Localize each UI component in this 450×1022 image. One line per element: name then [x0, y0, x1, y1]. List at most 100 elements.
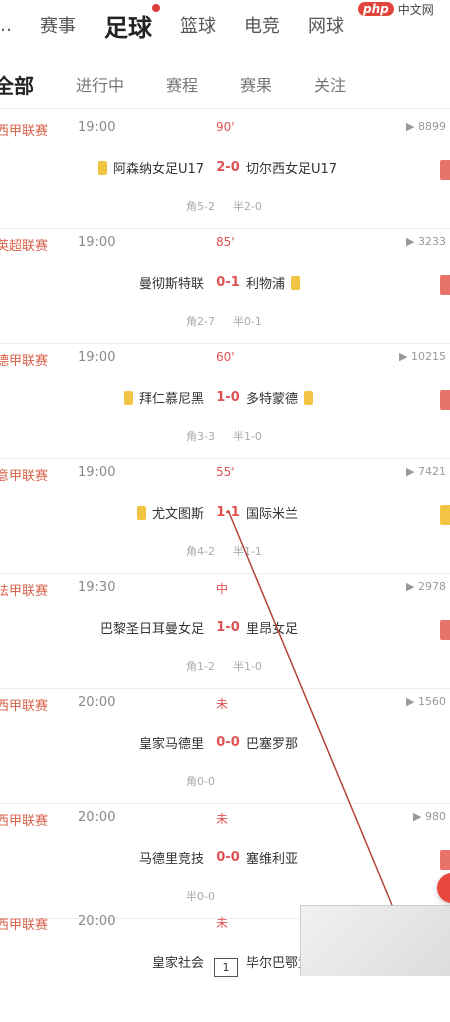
- league-name: 西甲联赛: [0, 699, 49, 714]
- match-stats: 角3-3 半1-0: [186, 428, 262, 444]
- match-time: 20:00: [78, 695, 116, 710]
- home-team-name: 曼彻斯特联: [138, 277, 204, 292]
- match-filter-tabs: 全部 进行中 赛程 赛果 关注: [0, 60, 450, 109]
- odds-badge[interactable]: [440, 850, 450, 870]
- live-count: ▶ 980: [413, 810, 446, 823]
- match-status: 未: [216, 812, 229, 826]
- cursor-indicator: 1: [214, 958, 238, 977]
- tab-ongoing[interactable]: 进行中: [76, 72, 124, 96]
- away-team-name: 里昂女足: [246, 622, 299, 637]
- match-row[interactable]: 法甲联赛 19:30 中 ▶ 2978 巴黎圣日耳曼女足 1-0 里昂女足 角1…: [0, 574, 450, 689]
- match-status: 未: [216, 916, 229, 930]
- match-row[interactable]: 意甲联赛 19:00 55' ▶ 7421 尤文图斯 1-1 国际米兰 角4-2…: [0, 459, 450, 574]
- match-stats: 角0-0: [186, 773, 233, 789]
- league-name: 英超联赛: [0, 239, 49, 254]
- tab-all[interactable]: 全部: [0, 70, 34, 99]
- yellow-card-icon: [291, 275, 301, 290]
- tab-tennis[interactable]: 网球: [308, 12, 344, 38]
- away-team-name: 利物浦: [246, 277, 286, 292]
- match-status: 未: [216, 697, 229, 711]
- odds-badge[interactable]: [440, 390, 450, 410]
- away-team-name: 巴塞罗那: [246, 737, 299, 752]
- tab-football[interactable]: 足球: [104, 3, 160, 43]
- home-team: 皇家社会: [152, 952, 204, 971]
- match-status: 90': [216, 120, 235, 134]
- match-row[interactable]: 英超联赛 19:00 85' ▶ 3233 曼彻斯特联 0-1 利物浦 角2-7…: [0, 229, 450, 344]
- tab-edge[interactable]: …: [0, 15, 12, 36]
- match-status: 60': [216, 350, 235, 364]
- tab-basketball[interactable]: 篮球: [180, 12, 216, 38]
- league-name: 意甲联赛: [0, 469, 49, 484]
- home-team-name: 尤文图斯: [151, 507, 204, 522]
- away-team: 多特蒙德: [246, 388, 314, 407]
- match-row[interactable]: 德甲联赛 19:00 60' ▶ 10215 拜仁慕尼黑 1-0 多特蒙德 角3…: [0, 344, 450, 459]
- score: 1-0: [216, 390, 240, 405]
- odds-badge[interactable]: [440, 620, 450, 640]
- home-team: 曼彻斯特联: [139, 273, 204, 292]
- stat-corners: 角5-2: [186, 200, 215, 213]
- stat-half: 半2-0: [232, 200, 262, 213]
- stat-half: 半0-1: [232, 315, 262, 328]
- score: 0-0: [216, 735, 240, 750]
- live-count: ▶ 7421: [406, 465, 446, 478]
- home-team-name: 拜仁慕尼黑: [138, 392, 204, 407]
- match-time: 19:00: [78, 350, 116, 365]
- php-logo: php 中文网: [358, 0, 450, 18]
- score: 0-0: [216, 850, 240, 865]
- tab-results[interactable]: 赛果: [240, 72, 272, 96]
- odds-badge[interactable]: [440, 275, 450, 295]
- match-time: 19:00: [78, 235, 116, 250]
- match-status: 85': [216, 235, 235, 249]
- match-stats: 角1-2 半1-0: [186, 658, 262, 674]
- match-time: 19:00: [78, 120, 116, 135]
- tab-events[interactable]: 赛事: [40, 12, 76, 38]
- away-team: 塞维利亚: [246, 848, 298, 867]
- tab-esports[interactable]: 电竞: [244, 12, 280, 38]
- match-status: 55': [216, 465, 235, 479]
- stat-corners: 角1-2: [186, 660, 215, 673]
- match-row[interactable]: 西甲联赛 19:00 90' ▶ 8899 阿森纳女足U17 2-0 切尔西女足…: [0, 114, 450, 229]
- home-team-name: 皇家社会: [151, 956, 204, 971]
- match-time: 20:00: [78, 810, 116, 825]
- yellow-card-icon: [304, 390, 314, 405]
- stat-corners: 角4-2: [186, 545, 215, 558]
- league-name: 德甲联赛: [0, 354, 49, 369]
- home-team: 尤文图斯: [136, 503, 204, 522]
- home-team: 拜仁慕尼黑: [123, 388, 204, 407]
- odds-badge[interactable]: [440, 160, 450, 180]
- home-team: 巴黎圣日耳曼女足: [100, 618, 204, 637]
- notification-dot: [152, 3, 160, 12]
- score: 2-0: [216, 160, 240, 175]
- stat-corners: 角3-3: [186, 430, 215, 443]
- score: 1-1: [216, 505, 240, 520]
- tab-follow[interactable]: 关注: [314, 72, 346, 96]
- live-count: ▶ 3233: [406, 235, 446, 248]
- live-count: ▶ 8899: [406, 120, 446, 133]
- away-team-name: 国际米兰: [246, 507, 299, 522]
- match-row[interactable]: 西甲联赛 20:00 未 ▶ 1560 皇家马德里 0-0 巴塞罗那 角0-0: [0, 689, 450, 804]
- stat-half: 半1-1: [232, 545, 262, 558]
- match-status: 中: [216, 582, 229, 596]
- logo-brand: php: [358, 2, 394, 16]
- away-team-name: 切尔西女足U17: [246, 162, 338, 177]
- away-team: 里昂女足: [246, 618, 298, 637]
- live-count: ▶ 1560: [406, 695, 446, 708]
- tab-football-label: 足球: [104, 13, 152, 42]
- away-team: 利物浦: [246, 273, 301, 292]
- tab-schedule[interactable]: 赛程: [166, 72, 198, 96]
- stat-corners: 角2-7: [186, 315, 215, 328]
- match-time: 19:30: [78, 580, 116, 595]
- match-row[interactable]: 西甲联赛 20:00 未 ▶ 980 马德里竞技 0-0 塞维利亚 半0-0: [0, 804, 450, 919]
- match-stats: 角5-2 半2-0: [186, 198, 262, 214]
- yellow-card-icon: [136, 505, 146, 520]
- match-stats: 角4-2 半1-1: [186, 543, 262, 559]
- match-stats: 半0-0: [186, 888, 233, 904]
- odds-badge[interactable]: [440, 505, 450, 525]
- stat-corners: 角0-0: [186, 775, 215, 788]
- match-time: 19:00: [78, 465, 116, 480]
- home-team-name: 马德里竞技: [138, 852, 204, 867]
- stat-half: 半1-0: [232, 430, 262, 443]
- away-team: 巴塞罗那: [246, 733, 298, 752]
- league-name: 西甲联赛: [0, 814, 49, 829]
- yellow-card-icon: [123, 390, 133, 405]
